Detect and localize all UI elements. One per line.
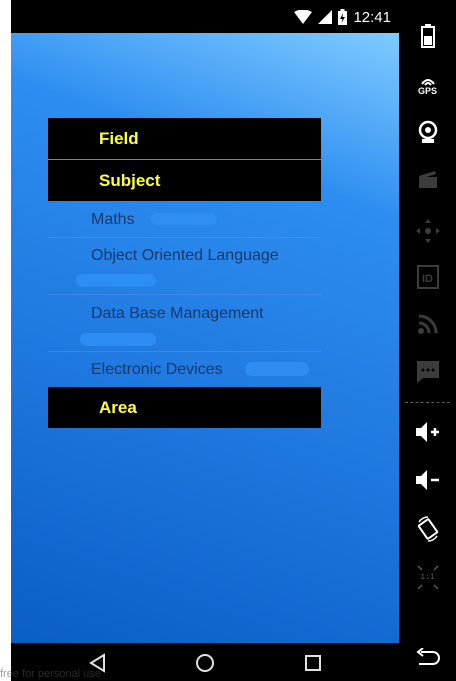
signal-icon (318, 10, 333, 24)
rss-icon (417, 314, 437, 334)
identity-tool[interactable]: ID (399, 257, 456, 297)
camera-tool[interactable] (399, 112, 456, 152)
clock: 12:41 (353, 8, 391, 26)
clapperboard-icon (418, 171, 437, 188)
redaction-scribble (76, 274, 156, 287)
wifi-icon (294, 10, 313, 24)
id-card-icon: ID (416, 265, 439, 289)
toolbar-divider (405, 402, 450, 403)
volume-down-icon (415, 470, 439, 490)
media-tool[interactable] (399, 160, 456, 200)
dpad-tool[interactable] (399, 211, 456, 251)
message-icon (416, 361, 439, 383)
group-header-field[interactable]: Field (48, 118, 321, 159)
dpad-icon (415, 219, 440, 243)
svg-text:ID: ID (422, 273, 433, 285)
battery-icon (420, 24, 435, 48)
list-item-data-base-management[interactable]: Data Base Management (48, 295, 321, 351)
sms-tool[interactable] (399, 352, 456, 392)
fit-screen-icon (416, 564, 439, 571)
ratio-label: 1:1 (420, 572, 435, 582)
item-label: Maths (91, 211, 135, 228)
rotate-button[interactable] (399, 509, 456, 549)
redaction-scribble (245, 362, 309, 376)
gps-label: GPS (417, 86, 437, 96)
list-item-electronic-devices[interactable]: Electronic Devices (48, 352, 321, 387)
battery-charging-icon (338, 9, 348, 25)
home-icon[interactable] (194, 652, 216, 674)
list-item-maths[interactable]: Maths (48, 201, 321, 237)
status-icons: 12:41 (294, 8, 391, 26)
rotate-screen-icon (417, 516, 438, 542)
item-label: Electronic Devices (91, 361, 223, 378)
status-bar: 12:41 (11, 0, 399, 33)
volume-down-button[interactable] (399, 460, 456, 500)
watermark-text: free for personal use (0, 668, 101, 680)
expandable-menu: Field Subject Maths Object Oriented Lang… (48, 118, 321, 428)
battery-tool[interactable] (399, 16, 456, 56)
fit-screen-icon-bottom (416, 583, 439, 590)
phone-screen: 12:41 Field Subject Maths Object Oriente… (11, 0, 399, 681)
item-label: Object Oriented Language (91, 247, 279, 264)
group-header-area[interactable]: Area (48, 387, 321, 428)
gps-icon (420, 79, 435, 86)
item-label: Data Base Management (91, 305, 264, 322)
group-label: Field (99, 128, 139, 148)
return-arrow-icon (415, 648, 440, 665)
redaction-scribble (80, 333, 156, 346)
emulator-toolbar: GPS ID 1:1 (399, 0, 456, 681)
return-button[interactable] (399, 637, 456, 677)
volume-up-button[interactable] (399, 412, 456, 452)
redaction-scribble (151, 213, 217, 225)
group-header-subject[interactable]: Subject (48, 160, 321, 201)
group-label: Subject (99, 170, 161, 190)
list-item-object-oriented-language[interactable]: Object Oriented Language (48, 238, 321, 294)
network-tool[interactable] (399, 304, 456, 344)
scale-tool[interactable]: 1:1 (399, 557, 456, 597)
group-label: Area (99, 397, 137, 417)
recents-icon[interactable] (302, 652, 324, 674)
volume-up-icon (415, 422, 439, 442)
app-content: Field Subject Maths Object Oriented Lang… (11, 33, 399, 643)
webcam-icon (418, 120, 437, 143)
gps-tool[interactable]: GPS (399, 66, 456, 106)
